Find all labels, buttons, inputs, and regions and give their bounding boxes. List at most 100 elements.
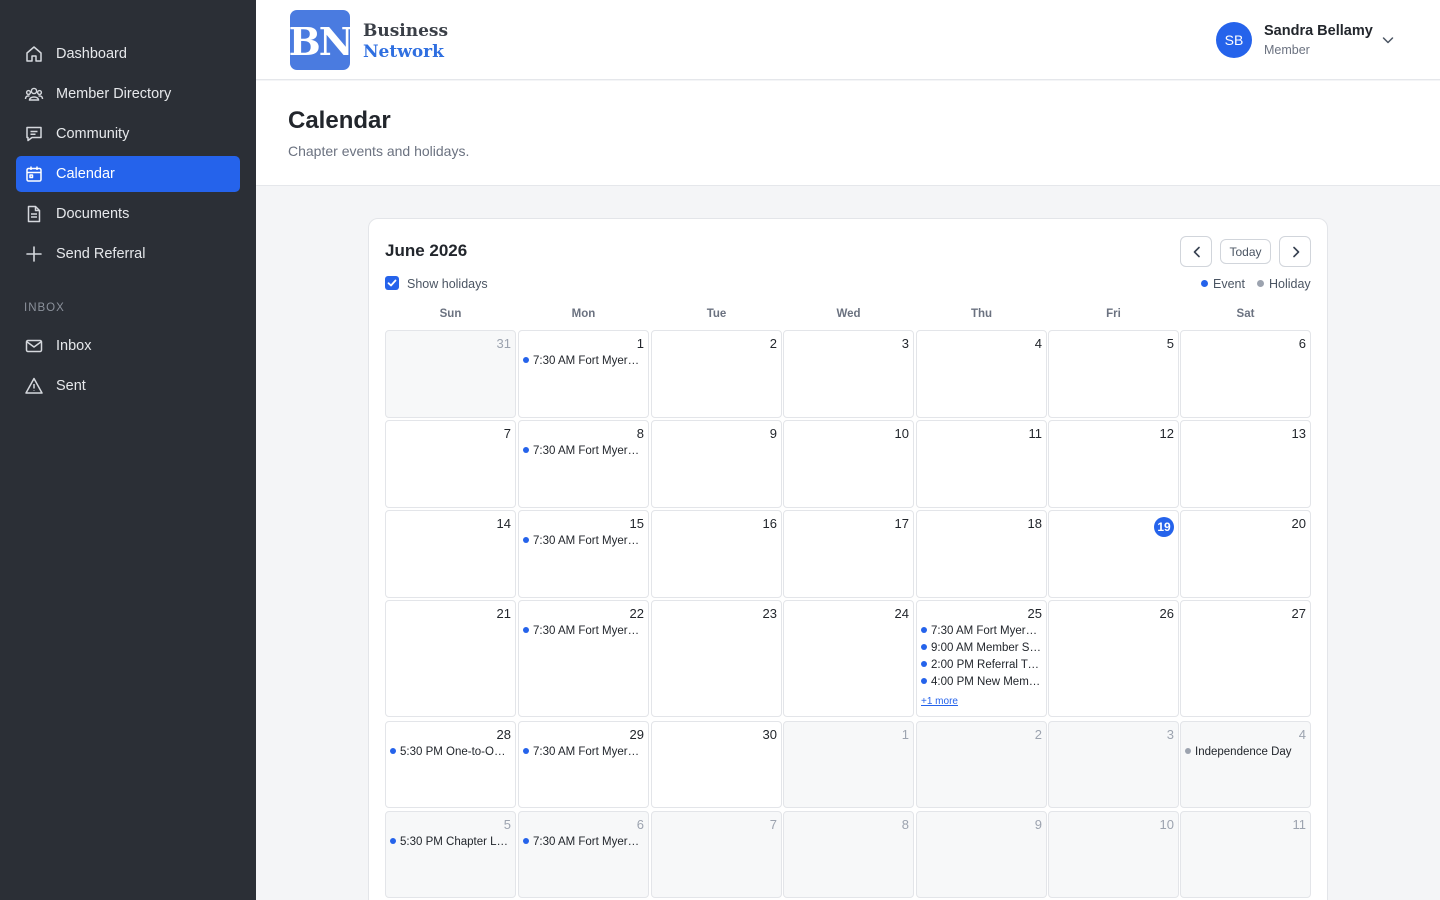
calendar-day-cell[interactable]: 31 <box>385 330 516 418</box>
calendar-day-cell[interactable]: 25 7:30 AM Fort Myers Chapter Meeting 9:00… <box>916 600 1047 717</box>
calendar-event[interactable]: 7:30 AM Fort Myers Chapter Meeting <box>523 355 644 367</box>
legend-dot <box>1201 280 1208 287</box>
event-dot <box>921 644 927 650</box>
day-number: 10 <box>894 426 909 441</box>
calendar-day-cell[interactable]: 5 5:30 PM Chapter Leadership Social <box>385 811 516 898</box>
sidebar-item-member-directory[interactable]: Member Directory <box>16 76 240 112</box>
event-title: 7:30 AM Fort Myers Chapter Meeting <box>533 836 644 848</box>
calendar-day-cell[interactable]: 2 <box>651 330 782 418</box>
sidebar-item-calendar[interactable]: Calendar <box>16 156 240 192</box>
calendar-day-cell[interactable]: 30 <box>651 721 782 808</box>
calendar-day-cell[interactable]: 2 <box>916 721 1047 808</box>
calendar-day-cell[interactable]: 9 <box>916 811 1047 898</box>
sidebar-item-inbox[interactable]: Inbox <box>16 328 240 364</box>
sidebar-item-send-referral[interactable]: Send Referral <box>16 236 240 272</box>
calendar-event[interactable]: 9:00 AM Member Spotlight <box>921 642 1042 654</box>
sidebar-item-community[interactable]: Community <box>16 116 240 152</box>
sidebar-item-label: Dashboard <box>56 46 127 62</box>
calendar-day-cell[interactable]: 15 7:30 AM Fort Myers Chapter Meeting <box>518 510 649 598</box>
day-number: 31 <box>496 336 511 351</box>
sidebar-item-documents[interactable]: Documents <box>16 196 240 232</box>
calendar-event[interactable]: 7:30 AM Fort Myers Chapter Meeting <box>523 445 644 457</box>
calendar-day-cell[interactable]: 6 7:30 AM Fort Myers Chapter Meeting <box>518 811 649 898</box>
calendar-day-cell[interactable]: 8 7:30 AM Fort Myers Chapter Meeting <box>518 420 649 508</box>
day-number: 2 <box>1034 727 1042 742</box>
page-subtitle: Chapter events and holidays. <box>288 143 470 159</box>
brand-name-line1: Business <box>363 21 449 41</box>
calendar-day-cell[interactable]: 10 <box>1048 811 1179 898</box>
calendar-day-cell[interactable]: 7 <box>385 420 516 508</box>
calendar-day-cell[interactable]: 27 <box>1180 600 1311 717</box>
calendar-day-cell[interactable]: 7 <box>651 811 782 898</box>
calendar-day-cell[interactable]: 9 <box>651 420 782 508</box>
calendar-event[interactable]: 7:30 AM Fort Myers Chapter Meeting <box>921 625 1042 637</box>
chat-icon <box>26 126 42 142</box>
calendar-event[interactable]: 7:30 AM Fort Myers Chapter Meeting <box>523 836 644 848</box>
legend-label: Holiday <box>1269 277 1311 291</box>
show-holidays-checkbox[interactable] <box>385 276 399 290</box>
chevron-down-icon[interactable] <box>1380 32 1396 48</box>
calendar-event[interactable]: 5:30 PM Chapter Leadership Social <box>390 836 511 848</box>
calendar-day-cell[interactable]: 12 <box>1048 420 1179 508</box>
calendar-day-cell[interactable]: 6 <box>1180 330 1311 418</box>
brand-logo[interactable]: BN <box>290 10 350 70</box>
sidebar-item-sent[interactable]: Sent <box>16 368 240 404</box>
user-avatar[interactable]: SB <box>1216 22 1252 58</box>
day-number: 1 <box>636 336 644 351</box>
calendar-day-cell[interactable]: 4 Independence Day <box>1180 721 1311 808</box>
calendar-day-cell[interactable]: 3 <box>1048 721 1179 808</box>
sidebar-item-dashboard[interactable]: Dashboard <box>16 36 240 72</box>
calendar-day-cell[interactable]: 19 <box>1048 510 1179 598</box>
day-number: 11 <box>1292 817 1307 832</box>
today-button[interactable]: Today <box>1220 239 1271 264</box>
calendar-day-cell[interactable]: 22 7:30 AM Fort Myers Chapter Meeting <box>518 600 649 717</box>
day-number: 7 <box>503 426 511 441</box>
calendar-event[interactable]: 2:00 PM Referral Training <box>921 659 1042 671</box>
calendar-day-cell[interactable]: 11 <box>1180 811 1311 898</box>
calendar-day-cell[interactable]: 3 <box>783 330 914 418</box>
calendar-day-cell[interactable]: 8 <box>783 811 914 898</box>
calendar-day-cell[interactable]: 1 <box>783 721 914 808</box>
calendar-event[interactable]: 4:00 PM New Member Orientation <box>921 676 1042 688</box>
calendar-day-cell[interactable]: 5 <box>1048 330 1179 418</box>
show-holidays-label[interactable]: Show holidays <box>407 277 488 291</box>
calendar-day-cell[interactable]: 13 <box>1180 420 1311 508</box>
day-number: 12 <box>1159 426 1174 441</box>
day-number: 10 <box>1159 817 1174 832</box>
calendar-day-cell[interactable]: 28 5:30 PM One-to-One Networking <box>385 721 516 808</box>
calendar-day-cell[interactable]: 17 <box>783 510 914 598</box>
calendar-event[interactable]: 7:30 AM Fort Myers Chapter Meeting <box>523 746 644 758</box>
calendar-day-cell[interactable]: 29 7:30 AM Fort Myers Chapter Meeting <box>518 721 649 808</box>
event-dot <box>921 661 927 667</box>
event-title: 7:30 AM Fort Myers Chapter Meeting <box>533 355 644 367</box>
calendar-day-cell[interactable]: 16 <box>651 510 782 598</box>
calendar-day-cell[interactable]: 24 <box>783 600 914 717</box>
calendar-day-cell[interactable]: 23 <box>651 600 782 717</box>
calendar-day-cell[interactable]: 11 <box>916 420 1047 508</box>
user-name[interactable]: Sandra Bellamy <box>1264 23 1373 39</box>
calendar-day-cell[interactable]: 20 <box>1180 510 1311 598</box>
day-number: 3 <box>1166 727 1174 742</box>
sidebar-item-label: Community <box>56 126 130 142</box>
calendar-event[interactable]: 5:30 PM One-to-One Networking <box>390 746 511 758</box>
day-number: 3 <box>901 336 909 351</box>
calendar-day-cell[interactable]: 18 <box>916 510 1047 598</box>
event-dot <box>523 838 529 844</box>
calendar-event[interactable]: 7:30 AM Fort Myers Chapter Meeting <box>523 625 644 637</box>
inbox-section-label: INBOX <box>24 302 65 314</box>
calendar-day-cell[interactable]: 21 <box>385 600 516 717</box>
calendar-day-cell[interactable]: 14 <box>385 510 516 598</box>
calendar-event[interactable]: 7:30 AM Fort Myers Chapter Meeting <box>523 535 644 547</box>
calendar-day-cell[interactable]: 4 <box>916 330 1047 418</box>
prev-month-button[interactable] <box>1180 236 1212 267</box>
calendar-day-cell[interactable]: 10 <box>783 420 914 508</box>
calendar-day-cell[interactable]: 26 <box>1048 600 1179 717</box>
calendar-holiday[interactable]: Independence Day <box>1185 746 1306 758</box>
more-events-link[interactable]: +1 more <box>921 696 958 707</box>
next-month-button[interactable] <box>1279 236 1311 267</box>
calendar-day-cell[interactable]: 1 7:30 AM Fort Myers Chapter Meeting <box>518 330 649 418</box>
event-title: 9:00 AM Member Spotlight <box>931 642 1042 654</box>
day-number: 11 <box>1028 426 1043 441</box>
send-icon <box>25 377 43 394</box>
event-dot <box>390 748 396 754</box>
